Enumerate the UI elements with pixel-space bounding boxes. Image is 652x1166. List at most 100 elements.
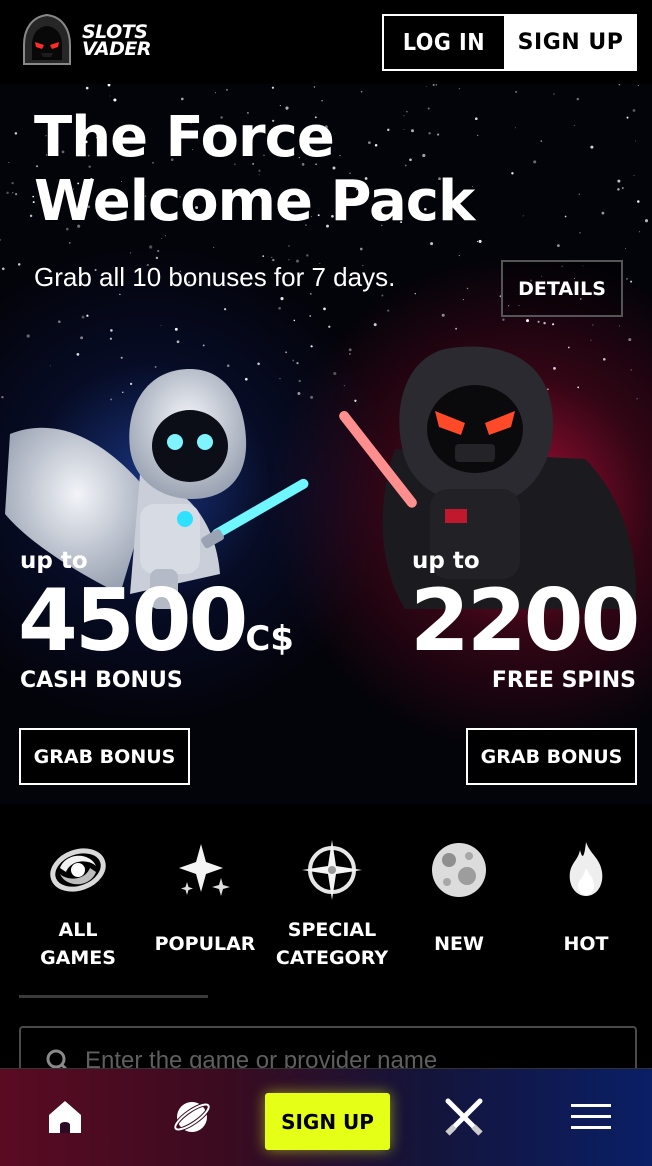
star [12, 192, 14, 194]
star [617, 179, 621, 183]
category-all-games-label: ALL GAMES [40, 916, 116, 972]
offer-spins-label: FREE SPINS [491, 668, 636, 693]
signup-button[interactable]: SIGN UP [506, 16, 635, 69]
category-new[interactable]: NEW [399, 838, 519, 958]
auth-buttons: LOG IN SIGN UP [382, 14, 637, 71]
grab-cash-bonus-button[interactable]: GRAB BONUS [19, 728, 190, 785]
star [271, 86, 274, 89]
hero-subtitle: Grab all 10 bonuses for 7 days. [34, 262, 396, 292]
star [634, 140, 637, 142]
moon-icon [432, 843, 486, 897]
star [293, 319, 296, 322]
logo[interactable]: SLOTS VADER [18, 12, 152, 70]
star [107, 84, 111, 87]
star [455, 327, 458, 330]
star [202, 344, 205, 347]
star [592, 324, 594, 326]
star [625, 248, 627, 250]
nav-games[interactable] [170, 1095, 214, 1139]
hero-title: The Force Welcome Pack [34, 105, 475, 234]
star [576, 97, 579, 101]
star [633, 174, 635, 176]
signup-cta-button[interactable]: SIGN UP [265, 1093, 390, 1150]
flame-icon [569, 842, 603, 896]
star [515, 90, 518, 93]
star [157, 249, 160, 253]
star [11, 181, 14, 185]
offer-cash-currency: C$ [245, 619, 294, 659]
category-new-label: NEW [434, 933, 484, 955]
category-special-label-line1: SPECIAL [287, 919, 377, 941]
star [161, 238, 163, 239]
star [621, 187, 624, 189]
star [414, 292, 416, 295]
star [637, 85, 639, 87]
category-all-games-label-line1: ALL [58, 919, 98, 941]
star [537, 320, 540, 323]
star [381, 294, 384, 297]
star [313, 86, 315, 88]
nav-menu[interactable] [569, 1095, 613, 1139]
star [215, 92, 216, 94]
compass-star-icon [302, 840, 362, 900]
header: SLOTS VADER LOG IN SIGN UP [0, 0, 652, 84]
star [280, 297, 284, 301]
star [441, 313, 445, 317]
star [119, 293, 121, 296]
category-special[interactable]: SPECIAL CATEGORY [272, 838, 392, 972]
category-all-games-label-line2: GAMES [40, 947, 116, 969]
star [626, 116, 629, 119]
welcome-pack-banner: The Force Welcome Pack Grab all 10 bonus… [0, 84, 652, 804]
star [176, 340, 180, 344]
galaxy-icon [50, 848, 106, 892]
category-popular[interactable]: POPULAR [145, 838, 265, 958]
star [129, 252, 132, 254]
star [224, 308, 227, 311]
planet-icon [173, 1102, 211, 1132]
offer-cash-label: CASH BONUS [20, 668, 183, 693]
sparkles-icon [179, 844, 230, 896]
category-hot[interactable]: HOT [526, 838, 646, 958]
star [373, 323, 377, 327]
star [272, 258, 275, 262]
login-button[interactable]: LOG IN [384, 16, 506, 69]
star [476, 240, 479, 243]
star [26, 334, 30, 338]
star [618, 325, 621, 327]
star [262, 255, 265, 257]
star [632, 109, 636, 112]
nav-battles[interactable] [442, 1095, 486, 1139]
vader-logo-icon [23, 13, 71, 65]
category-popular-label: POPULAR [154, 933, 256, 955]
details-button[interactable]: DETAILS [501, 260, 623, 317]
star [17, 263, 21, 266]
crossed-sabers-icon [445, 1098, 483, 1136]
star [458, 88, 460, 90]
home-icon [49, 1101, 81, 1133]
star [285, 351, 288, 354]
nav-home[interactable] [43, 1095, 87, 1139]
star [462, 299, 464, 301]
logo-text-line2: VADER [82, 38, 152, 60]
star [309, 292, 312, 295]
category-hot-label: HOT [563, 933, 609, 955]
grab-spins-bonus-button[interactable]: GRAB BONUS [466, 728, 637, 785]
star [180, 97, 184, 101]
star [466, 287, 469, 290]
star [360, 90, 363, 93]
star [1, 267, 5, 271]
category-all-games[interactable]: ALL GAMES [18, 838, 138, 972]
star [68, 242, 71, 244]
star [553, 93, 555, 95]
star [432, 84, 435, 86]
logo-text: SLOTS VADER [82, 23, 152, 60]
star [630, 280, 633, 283]
star [164, 235, 166, 237]
star [478, 239, 482, 243]
star [110, 329, 113, 332]
star [306, 254, 309, 257]
game-categories: ALL GAMES POPULAR SPECIAL CATEGORY NEW H… [0, 838, 652, 988]
star [637, 200, 640, 203]
star [430, 242, 434, 246]
star [309, 315, 311, 317]
